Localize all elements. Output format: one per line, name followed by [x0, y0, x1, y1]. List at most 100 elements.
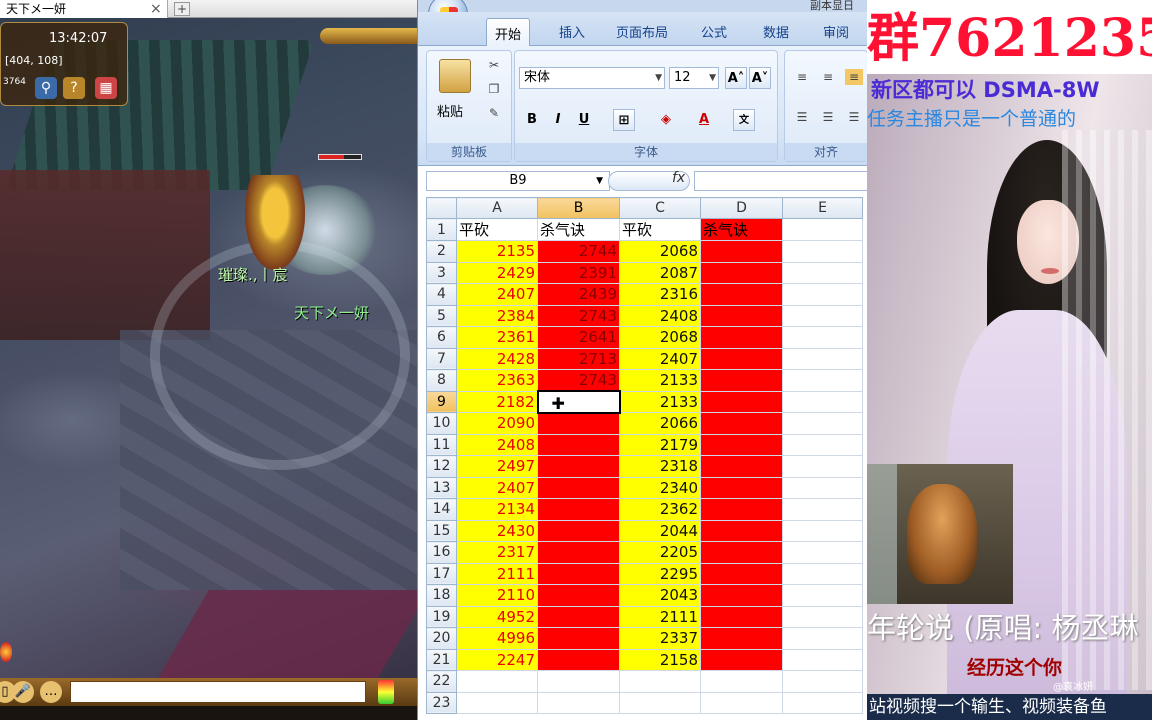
table-cell[interactable] — [700, 347, 783, 370]
border-icon[interactable]: ⊞ — [613, 109, 635, 131]
table-cell[interactable]: 2497 — [456, 455, 538, 478]
table-cell[interactable]: 2317 — [456, 541, 538, 564]
table-cell[interactable] — [700, 240, 783, 263]
tab-game[interactable]: 天下メ一妍 — [0, 0, 168, 18]
table-cell[interactable] — [700, 562, 783, 585]
tab-review[interactable]: 审阅 — [818, 22, 854, 41]
row-header[interactable]: 12 — [426, 455, 457, 478]
row-header[interactable]: 11 — [426, 433, 457, 456]
table-cell[interactable]: 2429 — [456, 261, 538, 284]
tab-data[interactable]: 数据 — [758, 22, 794, 41]
row-header[interactable]: 14 — [426, 498, 457, 521]
font-name-select[interactable]: 宋体 ▼ — [519, 67, 665, 89]
table-cell[interactable]: 2743 — [537, 304, 620, 327]
table-cell[interactable] — [700, 283, 783, 306]
row-header[interactable]: 10 — [426, 412, 457, 435]
table-cell[interactable]: 2133 — [619, 369, 701, 392]
table-cell[interactable]: 平砍 — [619, 218, 701, 241]
table-cell[interactable]: 2044 — [619, 519, 701, 542]
tab-insert[interactable]: 插入 — [552, 22, 592, 41]
table-cell[interactable] — [782, 648, 863, 671]
table-cell[interactable] — [537, 433, 620, 456]
table-cell[interactable] — [782, 584, 863, 607]
player-name-self[interactable]: 天下メ一妍 — [294, 302, 369, 323]
table-cell[interactable] — [782, 369, 863, 392]
table-cell[interactable] — [782, 519, 863, 542]
phonetic-icon[interactable]: 文 — [733, 109, 755, 131]
table-cell[interactable]: 2337 — [619, 627, 701, 650]
table-cell[interactable]: 2316 — [619, 283, 701, 306]
column-header[interactable]: B — [537, 197, 620, 219]
table-cell[interactable]: 2439 — [537, 283, 620, 306]
table-cell[interactable] — [700, 476, 783, 499]
table-cell[interactable] — [782, 304, 863, 327]
row-header[interactable]: 19 — [426, 605, 457, 628]
table-cell[interactable]: 2408 — [619, 304, 701, 327]
row-header[interactable]: 6 — [426, 326, 457, 349]
row-header[interactable]: 21 — [426, 648, 457, 671]
table-cell[interactable] — [782, 605, 863, 628]
paste-icon[interactable] — [439, 59, 471, 93]
table-cell[interactable] — [782, 390, 863, 413]
table-cell[interactable] — [700, 627, 783, 650]
table-cell[interactable]: 2363 — [456, 369, 538, 392]
row-header[interactable]: 20 — [426, 627, 457, 650]
table-cell[interactable] — [700, 670, 783, 693]
table-cell[interactable]: 2340 — [619, 476, 701, 499]
table-cell[interactable] — [782, 283, 863, 306]
row-header[interactable]: 16 — [426, 541, 457, 564]
row-header[interactable]: 13 — [426, 476, 457, 499]
table-cell[interactable]: 2182 — [456, 390, 538, 413]
chat-color-strip[interactable] — [378, 680, 394, 704]
underline-button[interactable]: U — [573, 109, 595, 131]
calendar-icon[interactable]: ▦ — [95, 77, 117, 99]
player-name-other[interactable]: 璀璨.,丨宸 — [218, 264, 288, 285]
table-cell[interactable]: 2744 — [537, 240, 620, 263]
table-cell[interactable]: 2384 — [456, 304, 538, 327]
table-cell[interactable] — [537, 627, 620, 650]
format-painter-icon[interactable]: ✎ — [485, 105, 503, 121]
row-header[interactable]: 18 — [426, 584, 457, 607]
table-cell[interactable] — [782, 455, 863, 478]
table-cell[interactable]: 2407 — [456, 283, 538, 306]
table-cell[interactable]: 2205 — [619, 541, 701, 564]
table-cell[interactable] — [456, 691, 538, 714]
table-cell[interactable]: 2068 — [619, 326, 701, 349]
row-header[interactable]: 3 — [426, 261, 457, 284]
table-cell[interactable]: 2158 — [619, 648, 701, 671]
paste-button[interactable]: 粘贴 — [437, 101, 463, 120]
table-cell[interactable]: 平砍 — [456, 218, 538, 241]
tab-page-layout[interactable]: 页面布局 — [610, 22, 674, 41]
row-header[interactable]: 8 — [426, 369, 457, 392]
table-cell[interactable] — [619, 670, 701, 693]
font-size-select[interactable]: 12 ▼ — [669, 67, 719, 89]
table-cell[interactable] — [782, 261, 863, 284]
row-header[interactable]: 9 — [426, 390, 457, 413]
table-cell[interactable]: 2743 — [537, 369, 620, 392]
table-cell[interactable] — [782, 240, 863, 263]
chat-input[interactable] — [70, 681, 366, 703]
row-header[interactable]: 17 — [426, 562, 457, 585]
column-header[interactable]: E — [782, 197, 863, 219]
table-cell[interactable]: 2295 — [619, 562, 701, 585]
fill-color-icon[interactable]: ◈ — [655, 109, 677, 131]
table-cell[interactable]: 2407 — [619, 347, 701, 370]
copy-icon[interactable]: ❐ — [485, 81, 503, 97]
shrink-font-button[interactable]: A˅ — [749, 67, 771, 89]
table-cell[interactable] — [782, 498, 863, 521]
table-cell[interactable]: 2066 — [619, 412, 701, 435]
close-icon[interactable]: × — [150, 0, 162, 18]
table-cell[interactable] — [700, 326, 783, 349]
table-cell[interactable]: 2133 — [619, 390, 701, 413]
table-cell[interactable] — [782, 218, 863, 241]
table-cell[interactable] — [537, 455, 620, 478]
table-cell[interactable]: 2361 — [456, 326, 538, 349]
table-cell[interactable] — [782, 627, 863, 650]
row-header[interactable]: 22 — [426, 670, 457, 693]
font-color-icon[interactable]: A — [693, 109, 715, 131]
table-cell[interactable] — [537, 476, 620, 499]
cut-icon[interactable]: ✂ — [485, 57, 503, 73]
table-cell[interactable] — [700, 261, 783, 284]
row-header[interactable]: 1 — [426, 218, 457, 241]
row-header[interactable]: 4 — [426, 283, 457, 306]
